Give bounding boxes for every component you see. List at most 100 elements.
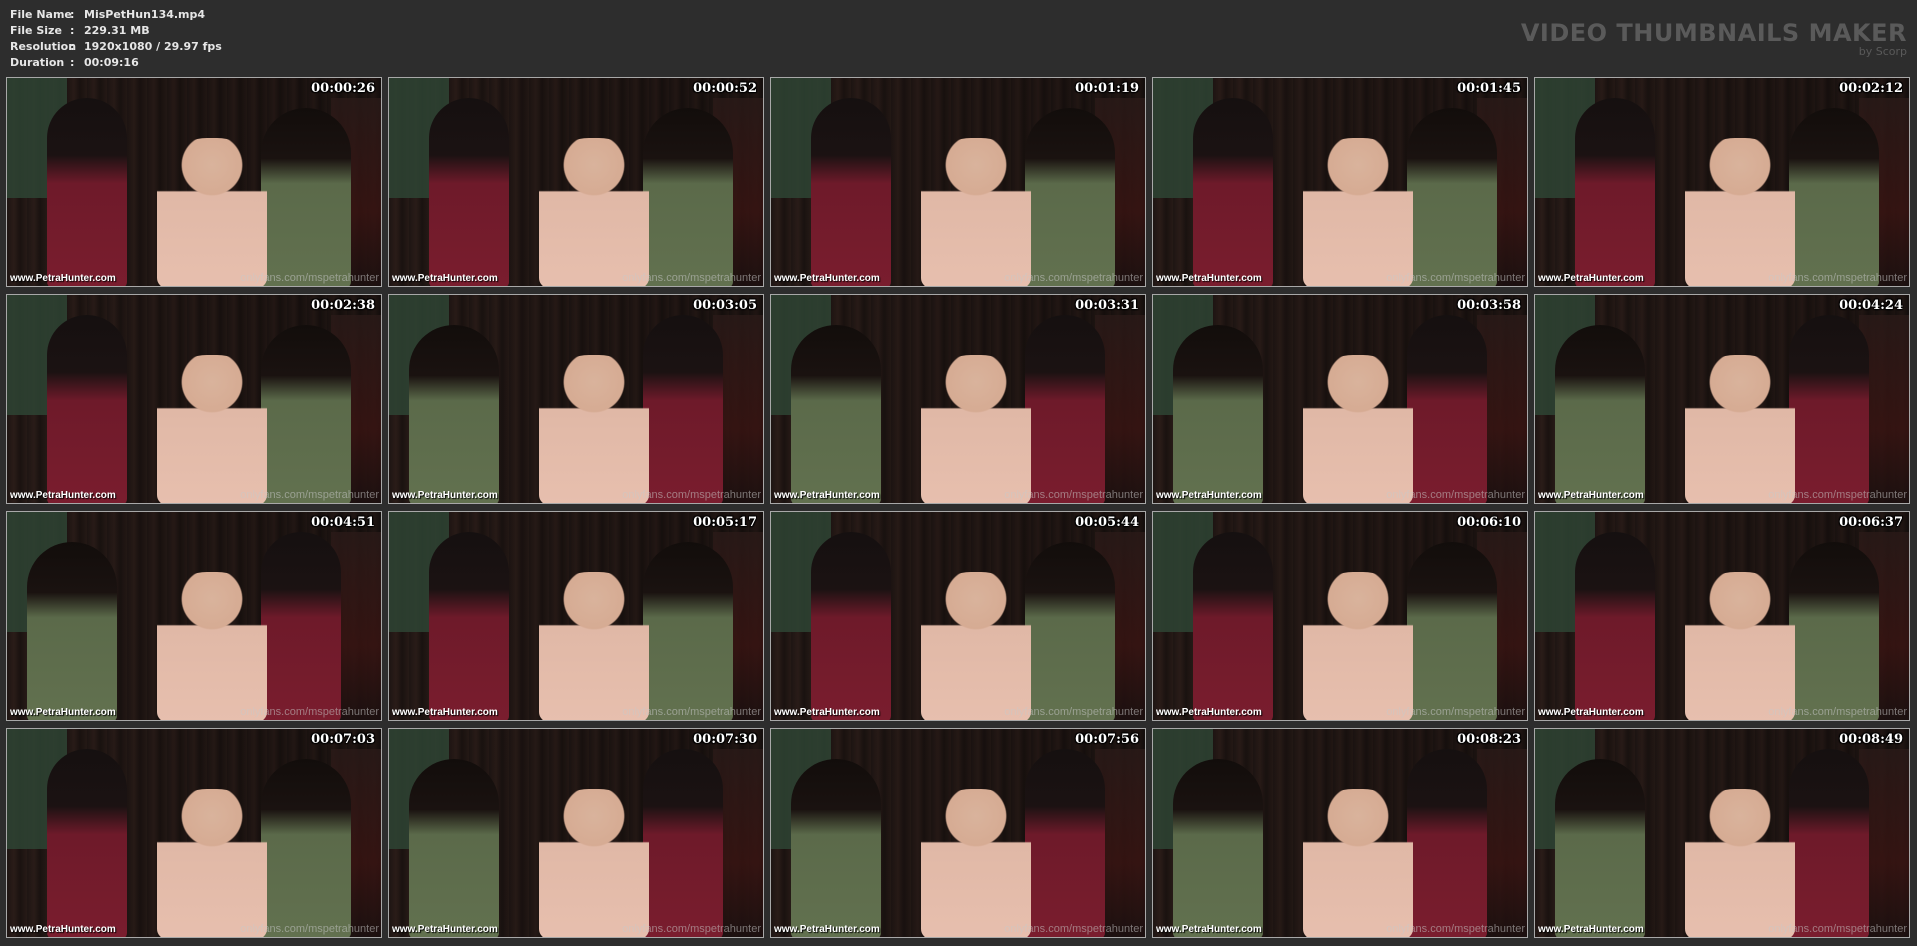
scene-figure (791, 325, 881, 503)
scene-figure (261, 532, 341, 720)
watermark-site: www.PetraHunter.com (1156, 273, 1262, 284)
file-info-row-size: File Size : 229.31 MB (10, 23, 222, 39)
scene-figure (1407, 749, 1487, 937)
thumbnail-timestamp: 00:08:49 (1839, 732, 1903, 747)
video-thumbnail[interactable]: 00:08:23 www.PetraHunter.com onlyfans.com/… (1152, 728, 1528, 938)
watermark-site: www.PetraHunter.com (1156, 924, 1262, 935)
scene-figure (1193, 98, 1273, 286)
thumbnail-timestamp: 00:06:10 (1457, 515, 1521, 530)
watermark-site: www.PetraHunter.com (10, 707, 116, 718)
file-info-row-resolution: Resolution : 1920x1080 / 29.97 fps (10, 39, 222, 55)
video-thumbnail[interactable]: 00:07:56 www.PetraHunter.com onlyfans.com/… (770, 728, 1146, 938)
video-thumbnail[interactable]: 00:03:31 www.PetraHunter.com onlyfans.com/… (770, 294, 1146, 504)
scene-figure (1025, 542, 1115, 720)
scene-figure (409, 759, 499, 937)
video-thumbnail[interactable]: 00:04:24 www.PetraHunter.com onlyfans.com/… (1534, 294, 1910, 504)
thumbnail-timestamp: 00:07:56 (1075, 732, 1139, 747)
watermark-onlyfans: onlyfans.com/mspetrahunter (240, 272, 379, 284)
video-thumbnail[interactable]: 00:03:05 www.PetraHunter.com onlyfans.com/… (388, 294, 764, 504)
video-thumbnail[interactable]: 00:00:52 www.PetraHunter.com onlyfans.com/… (388, 77, 764, 287)
file-info: File Name : MisPetHun134.mp4 File Size :… (10, 7, 222, 71)
scene-figure (409, 325, 499, 503)
scene-figure (429, 98, 509, 286)
thumbnail-timestamp: 00:07:03 (311, 732, 375, 747)
scene-figure (643, 749, 723, 937)
thumbnail-timestamp: 00:00:52 (693, 81, 757, 96)
watermark-site: www.PetraHunter.com (1156, 490, 1262, 501)
watermark-site: www.PetraHunter.com (774, 707, 880, 718)
video-thumbnail[interactable]: 00:07:30 www.PetraHunter.com onlyfans.com/… (388, 728, 764, 938)
video-thumbnail[interactable]: 00:07:03 www.PetraHunter.com onlyfans.com/… (6, 728, 382, 938)
watermark-site: www.PetraHunter.com (392, 924, 498, 935)
thumbnail-timestamp: 00:04:51 (311, 515, 375, 530)
resolution-label: Resolution (10, 40, 77, 53)
resolution-value: 1920x1080 / 29.97 fps (84, 40, 222, 53)
duration-value: 00:09:16 (84, 56, 139, 69)
scene-figure (1173, 759, 1263, 937)
video-thumbnail[interactable]: 00:00:26 www.PetraHunter.com onlyfans.com/… (6, 77, 382, 287)
video-thumbnail[interactable]: 00:05:44 www.PetraHunter.com onlyfans.com/… (770, 511, 1146, 721)
watermark-onlyfans: onlyfans.com/mspetrahunter (622, 923, 761, 935)
video-thumbnail[interactable]: 00:01:19 www.PetraHunter.com onlyfans.com/… (770, 77, 1146, 287)
thumbnail-timestamp: 00:05:44 (1075, 515, 1139, 530)
video-thumbnail[interactable]: 00:02:38 www.PetraHunter.com onlyfans.com/… (6, 294, 382, 504)
video-thumbnail[interactable]: 00:08:49 www.PetraHunter.com onlyfans.com/… (1534, 728, 1910, 938)
watermark-onlyfans: onlyfans.com/mspetrahunter (1004, 272, 1143, 284)
scene-figure (157, 355, 267, 503)
scene-figure (429, 532, 509, 720)
scene-figure (921, 138, 1031, 286)
watermark-site: www.PetraHunter.com (1538, 273, 1644, 284)
scene-figure (1555, 759, 1645, 937)
watermark-onlyfans: onlyfans.com/mspetrahunter (240, 706, 379, 718)
watermark-onlyfans: onlyfans.com/mspetrahunter (622, 489, 761, 501)
file-info-row-duration: Duration : 00:09:16 (10, 55, 222, 71)
scene-figure (1575, 98, 1655, 286)
thumbnail-sheet: File Name : MisPetHun134.mp4 File Size :… (0, 0, 1917, 946)
scene-figure (47, 98, 127, 286)
video-thumbnail[interactable]: 00:06:37 www.PetraHunter.com onlyfans.com/… (1534, 511, 1910, 721)
video-thumbnail[interactable]: 00:05:17 www.PetraHunter.com onlyfans.com/… (388, 511, 764, 721)
watermark-site: www.PetraHunter.com (774, 924, 880, 935)
scene-figure (1407, 542, 1497, 720)
scene-figure (1685, 138, 1795, 286)
watermark-onlyfans: onlyfans.com/mspetrahunter (1768, 489, 1907, 501)
video-thumbnail[interactable]: 00:01:45 www.PetraHunter.com onlyfans.com/… (1152, 77, 1528, 287)
scene-figure (643, 108, 733, 286)
file-name-label: File Name (10, 8, 72, 21)
watermark-onlyfans: onlyfans.com/mspetrahunter (240, 489, 379, 501)
scene-figure (47, 315, 127, 503)
watermark-onlyfans: onlyfans.com/mspetrahunter (622, 272, 761, 284)
thumbnail-timestamp: 00:01:45 (1457, 81, 1521, 96)
brand-logo: VIDEO THUMBNAILS MAKER by Scorp (1521, 20, 1907, 58)
scene-figure (539, 138, 649, 286)
thumbnail-timestamp: 00:03:31 (1075, 298, 1139, 313)
scene-figure (921, 355, 1031, 503)
video-thumbnail[interactable]: 00:04:51 www.PetraHunter.com onlyfans.com/… (6, 511, 382, 721)
scene-figure (1685, 572, 1795, 720)
scene-figure (1025, 108, 1115, 286)
video-thumbnail[interactable]: 00:03:58 www.PetraHunter.com onlyfans.com/… (1152, 294, 1528, 504)
scene-figure (1789, 542, 1879, 720)
scene-figure (1173, 325, 1263, 503)
scene-figure (27, 542, 117, 720)
watermark-site: www.PetraHunter.com (10, 924, 116, 935)
scene-figure (1303, 789, 1413, 937)
scene-figure (1789, 315, 1869, 503)
watermark-site: www.PetraHunter.com (392, 707, 498, 718)
scene-figure (47, 749, 127, 937)
video-thumbnail[interactable]: 00:02:12 www.PetraHunter.com onlyfans.com/… (1534, 77, 1910, 287)
scene-figure (157, 138, 267, 286)
watermark-onlyfans: onlyfans.com/mspetrahunter (1386, 489, 1525, 501)
thumbnail-timestamp: 00:04:24 (1839, 298, 1903, 313)
scene-figure (1555, 325, 1645, 503)
scene-figure (1789, 108, 1879, 286)
watermark-onlyfans: onlyfans.com/mspetrahunter (1768, 272, 1907, 284)
scene-figure (261, 108, 351, 286)
video-thumbnail[interactable]: 00:06:10 www.PetraHunter.com onlyfans.com/… (1152, 511, 1528, 721)
thumbnail-timestamp: 00:02:38 (311, 298, 375, 313)
file-info-row-name: File Name : MisPetHun134.mp4 (10, 7, 222, 23)
scene-figure (539, 789, 649, 937)
watermark-onlyfans: onlyfans.com/mspetrahunter (1004, 923, 1143, 935)
scene-figure (539, 572, 649, 720)
scene-figure (1303, 138, 1413, 286)
